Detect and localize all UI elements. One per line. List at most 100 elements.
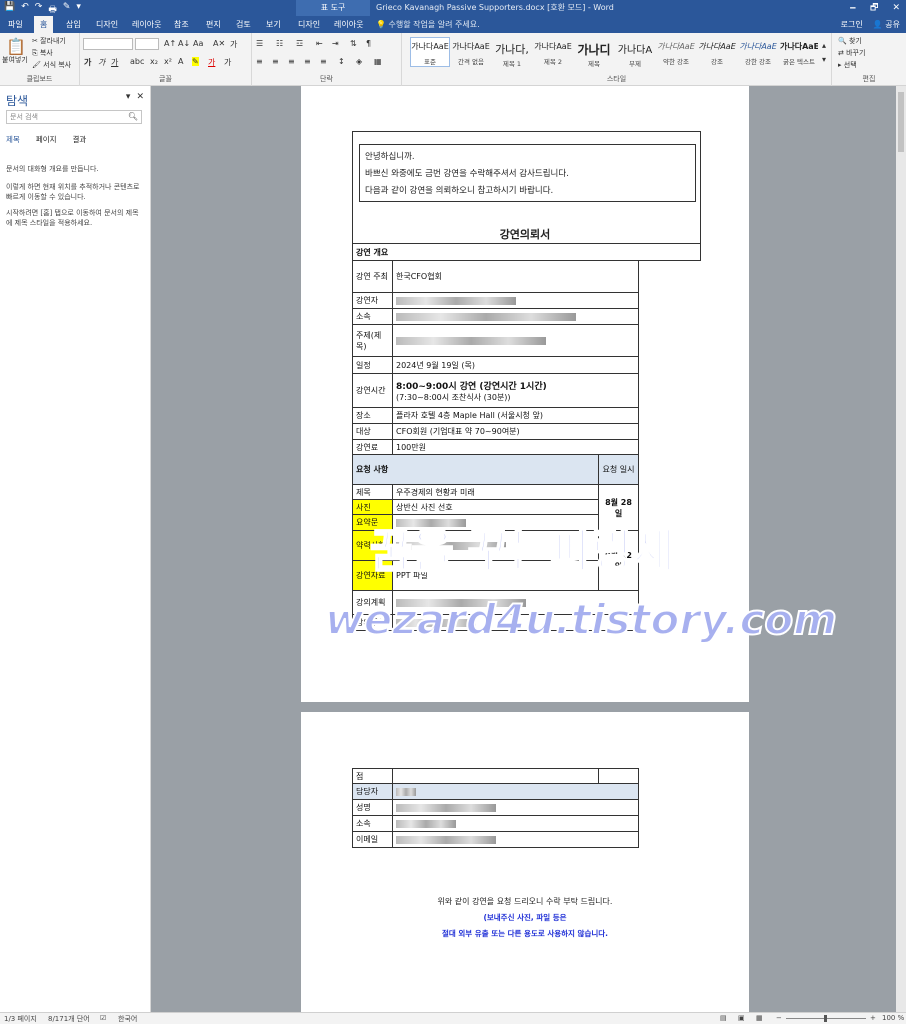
- zoom-level[interactable]: 100 %: [882, 1014, 904, 1022]
- language-indicator[interactable]: 한국어: [118, 1014, 137, 1024]
- replace-button[interactable]: ⇄ 바꾸기: [838, 48, 865, 58]
- find-button[interactable]: 🔍 찾기: [838, 36, 862, 46]
- web-layout-icon[interactable]: ▦: [756, 1014, 763, 1022]
- subscript-icon[interactable]: x₂: [150, 57, 158, 66]
- underline-icon[interactable]: 가: [111, 57, 118, 68]
- zoom-slider-thumb[interactable]: [824, 1015, 827, 1022]
- document-search-input[interactable]: 문서 검색 🔍︎: [6, 110, 142, 124]
- request-date-header[interactable]: 요청 일시: [598, 454, 639, 485]
- minimize-icon[interactable]: 🗕: [850, 0, 856, 16]
- row-value[interactable]: CFO회원 (기업대표 약 70~90여분): [392, 423, 639, 440]
- contact-extra-cell[interactable]: [598, 768, 639, 784]
- row-label[interactable]: 소속: [352, 308, 393, 325]
- row-value[interactable]: 플라자 호텔 4층 Maple Hall (서울시청 앞): [392, 407, 639, 424]
- styles-scroll-icon[interactable]: ▴: [822, 41, 826, 50]
- contact-value[interactable]: [392, 831, 639, 848]
- request-value[interactable]: 상반신 사진 선호: [392, 499, 599, 515]
- signin-link[interactable]: 로그인: [841, 16, 863, 33]
- style-subtitle[interactable]: 가나다A 부제: [615, 37, 655, 68]
- cut-button[interactable]: ✂ 잘라내기: [32, 36, 66, 46]
- contact-value[interactable]: [392, 799, 639, 816]
- paste-icon[interactable]: 📋: [6, 37, 26, 56]
- tab-insert[interactable]: 삽입: [60, 16, 87, 33]
- tab-results[interactable]: 결과: [73, 134, 87, 145]
- zoom-in-icon[interactable]: +: [870, 1014, 876, 1022]
- shading-icon[interactable]: ◈: [356, 57, 362, 66]
- style-title[interactable]: 가나디 제목: [574, 37, 614, 68]
- contact-label[interactable]: 성명: [352, 799, 393, 816]
- multilevel-list-icon[interactable]: ☲: [296, 39, 303, 48]
- page-count[interactable]: 1/3 페이지: [4, 1014, 37, 1024]
- style-heading-2[interactable]: 가나다AaE 제목 2: [533, 37, 573, 67]
- row-label[interactable]: 일정: [352, 356, 393, 374]
- sort-icon[interactable]: ⇅: [350, 39, 357, 48]
- style-normal[interactable]: 가나다AaE 표준: [410, 37, 450, 67]
- tab-file[interactable]: 파일: [2, 16, 29, 33]
- align-left-icon[interactable]: ≡: [256, 57, 263, 66]
- italic-icon[interactable]: 가: [98, 57, 105, 68]
- search-icon[interactable]: 🔍︎: [128, 111, 138, 123]
- format-painter-button[interactable]: 🖌 서식 복사: [32, 60, 71, 70]
- paste-button[interactable]: 붙여넣기: [2, 55, 28, 65]
- shrink-font-icon[interactable]: A↓: [178, 39, 190, 48]
- contact-value[interactable]: [392, 815, 639, 832]
- restore-icon[interactable]: 🗗: [870, 0, 878, 16]
- request-label[interactable]: 제목: [352, 484, 393, 500]
- font-color-icon[interactable]: 가: [208, 57, 215, 68]
- tab-layout[interactable]: 레이아웃: [126, 16, 167, 33]
- zoom-out-icon[interactable]: −: [776, 1014, 782, 1022]
- row-value[interactable]: [392, 324, 639, 357]
- increase-indent-icon[interactable]: ⇥: [332, 39, 339, 48]
- share-button[interactable]: 👤 공유: [873, 16, 900, 33]
- contact-label[interactable]: 소속: [352, 815, 393, 832]
- tab-design[interactable]: 디자인: [90, 16, 124, 33]
- change-case-icon[interactable]: Aa: [193, 39, 203, 48]
- style-no-spacing[interactable]: 가나다AaE 간격 없음: [451, 37, 491, 67]
- text-effects-icon[interactable]: A: [178, 57, 183, 66]
- phonetic-guide-icon[interactable]: 가: [230, 39, 237, 50]
- contact-value[interactable]: [392, 768, 599, 784]
- overview-label[interactable]: 강연 개요: [352, 243, 701, 261]
- vertical-scrollbar[interactable]: [896, 86, 906, 1012]
- tab-references[interactable]: 참조: [168, 16, 195, 33]
- strikethrough-icon[interactable]: abc: [130, 57, 144, 66]
- bold-icon[interactable]: 가: [84, 57, 91, 68]
- align-right-icon[interactable]: ≡: [288, 57, 295, 66]
- contact-label[interactable]: 점: [352, 768, 393, 784]
- style-subtle-emphasis[interactable]: 가나다AaE 약한 강조: [656, 37, 696, 67]
- font-size-combobox[interactable]: [135, 38, 159, 50]
- word-count[interactable]: 8/171개 단어: [48, 1014, 90, 1024]
- row-label[interactable]: 장소: [352, 407, 393, 424]
- style-strong[interactable]: 가나다AaE 굵은 텍스트: [779, 37, 819, 67]
- print-layout-icon[interactable]: ▣: [738, 1014, 745, 1022]
- row-value[interactable]: [392, 308, 639, 325]
- align-center-icon[interactable]: ≡: [272, 57, 279, 66]
- select-button[interactable]: ▸ 선택: [838, 60, 857, 70]
- copy-button[interactable]: ⎘ 복사: [32, 48, 53, 58]
- close-pane-icon[interactable]: ✕: [136, 92, 144, 102]
- row-value[interactable]: [392, 292, 639, 309]
- highlight-icon[interactable]: ✎: [192, 57, 199, 66]
- bullets-icon[interactable]: ☰: [256, 39, 263, 48]
- row-value[interactable]: 8:00~9:00시 강연 (강연시간 1시간) (7:30~8:00시 조찬식…: [392, 373, 639, 408]
- page-2[interactable]: 점 담당자 성명 소속 이메일 위와 같이 강연을 요청 드리오니 수락 부탁 …: [301, 712, 749, 1012]
- contact-label[interactable]: 담당자: [352, 783, 393, 800]
- row-value[interactable]: 2024년 9월 19일 (목): [392, 356, 639, 374]
- request-label[interactable]: 사진: [352, 499, 393, 515]
- row-label[interactable]: 강연시간: [352, 373, 393, 408]
- read-mode-icon[interactable]: ▤: [720, 1014, 727, 1022]
- font-name-combobox[interactable]: [83, 38, 133, 50]
- tab-table-design[interactable]: 디자인: [292, 16, 326, 33]
- style-intense-emphasis[interactable]: 가나다AaE 강한 강조: [738, 37, 778, 67]
- style-emphasis[interactable]: 가나다AaE 강조: [697, 37, 737, 67]
- requests-header[interactable]: 요청 사항: [352, 454, 599, 485]
- superscript-icon[interactable]: x²: [164, 57, 172, 66]
- row-value[interactable]: 한국CFO협회: [392, 260, 639, 293]
- row-label[interactable]: 강연 주최: [352, 260, 393, 293]
- character-shading-icon[interactable]: 가: [224, 57, 231, 68]
- styles-more-icon[interactable]: ▾: [822, 55, 826, 64]
- tab-review[interactable]: 검토: [230, 16, 257, 33]
- grow-font-icon[interactable]: A↑: [164, 39, 176, 48]
- style-heading-1[interactable]: 가나다, 제목 1: [492, 37, 532, 68]
- borders-icon[interactable]: ▦: [374, 57, 382, 66]
